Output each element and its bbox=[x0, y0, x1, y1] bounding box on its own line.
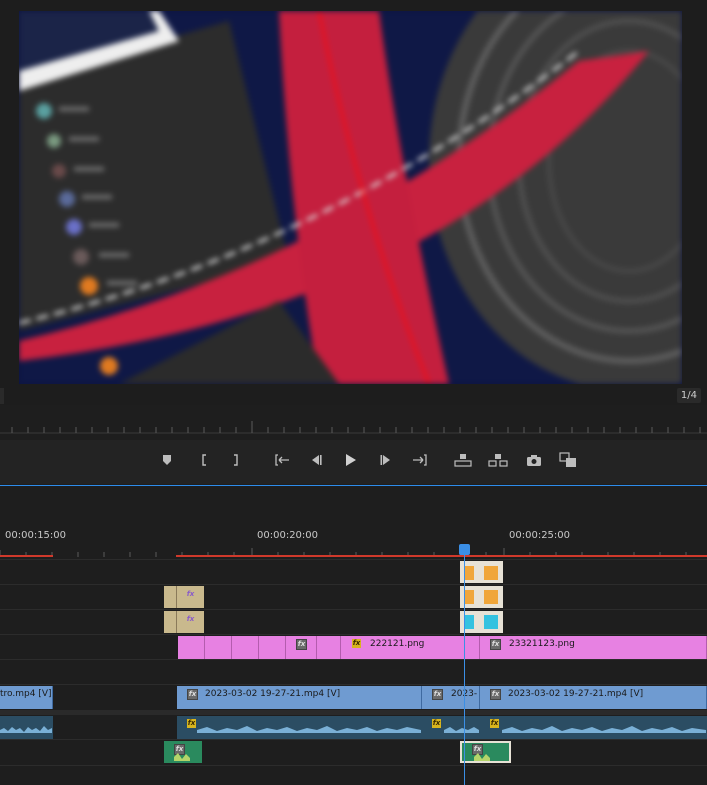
audio-clip[interactable] bbox=[0, 716, 53, 739]
image-clip[interactable] bbox=[259, 636, 286, 659]
clip-name: 2023-03-02 19-27-21.mp4 [V] bbox=[205, 689, 341, 699]
video-clip-short[interactable]: fx 2023- bbox=[422, 686, 480, 709]
audio-waveform bbox=[174, 753, 190, 761]
audio-clip-sfx-selected[interactable]: fx bbox=[460, 741, 511, 763]
timeline-panel: 00:00:15:00 00:00:20:00 00:00:25:00 fx f… bbox=[0, 486, 707, 785]
program-monitor: 1/4 bbox=[0, 0, 707, 484]
fx-badge: fx bbox=[186, 590, 195, 598]
fx-badge: fx bbox=[352, 639, 361, 648]
work-area-bar-left[interactable] bbox=[0, 555, 53, 557]
go-to-in-icon bbox=[275, 454, 289, 466]
fx-badge: fx bbox=[187, 689, 198, 700]
monitor-mini-ruler[interactable] bbox=[0, 413, 707, 435]
image-clip[interactable] bbox=[317, 636, 341, 659]
extract-button[interactable] bbox=[488, 450, 508, 470]
fx-badge: fx bbox=[186, 615, 195, 623]
video-clip-right[interactable]: fx 2023-03-02 19-27-21.mp4 [V] bbox=[480, 686, 707, 709]
adjustment-clip[interactable]: fx bbox=[164, 611, 204, 633]
comparison-icon bbox=[559, 452, 576, 467]
track-separator bbox=[0, 659, 707, 660]
monitor-left-handle bbox=[0, 388, 4, 404]
track-separator bbox=[0, 559, 707, 560]
play-icon bbox=[346, 454, 356, 466]
track-separator bbox=[0, 609, 707, 610]
play-button[interactable] bbox=[340, 450, 360, 470]
video-audio-divider[interactable] bbox=[0, 710, 707, 715]
image-clip-222121[interactable]: fx 222121.png bbox=[341, 636, 480, 659]
clip-name: 23321123.png bbox=[509, 639, 575, 649]
track-separator bbox=[0, 634, 707, 635]
fx-badge: fx bbox=[432, 689, 443, 700]
adjustment-clip[interactable]: fx bbox=[164, 586, 204, 608]
mark-in-button[interactable] bbox=[194, 450, 214, 470]
fx-badge: fx bbox=[490, 689, 501, 700]
marker-icon bbox=[163, 455, 171, 465]
audio-waveform bbox=[197, 726, 421, 733]
audio-waveform bbox=[0, 726, 52, 733]
video-clip-intro[interactable]: tro.mp4 [V] bbox=[0, 686, 53, 709]
highlighted-clip[interactable] bbox=[460, 561, 503, 583]
work-area-bar[interactable] bbox=[176, 555, 707, 557]
step-back-button[interactable] bbox=[306, 450, 326, 470]
extract-icon bbox=[488, 454, 508, 467]
go-to-out-button[interactable] bbox=[410, 450, 430, 470]
export-frame-button[interactable] bbox=[524, 450, 544, 470]
image-clip[interactable]: fx bbox=[286, 636, 317, 659]
step-back-icon bbox=[312, 455, 322, 465]
audio-waveform bbox=[444, 727, 479, 733]
audio-waveform bbox=[502, 726, 706, 733]
clip-name: 2023-03-02 19-27-21.mp4 [V] bbox=[508, 689, 644, 699]
mark-in-icon bbox=[202, 454, 206, 466]
page-indicator[interactable]: 1/4 bbox=[676, 388, 701, 403]
go-to-in-button[interactable] bbox=[272, 450, 292, 470]
comparison-view-button[interactable] bbox=[558, 450, 578, 470]
audio-clip[interactable]: fx bbox=[177, 716, 422, 739]
mark-out-icon bbox=[234, 454, 238, 466]
lift-icon bbox=[454, 454, 472, 467]
camera-icon bbox=[527, 455, 541, 466]
video-clip-main[interactable]: fx 2023-03-02 19-27-21.mp4 [V] bbox=[177, 686, 422, 709]
audio-clip[interactable]: fx bbox=[422, 716, 480, 739]
audio-clip-sfx[interactable]: fx bbox=[164, 741, 202, 763]
go-to-out-icon bbox=[413, 454, 427, 466]
image-clip[interactable] bbox=[232, 636, 259, 659]
step-forward-button[interactable] bbox=[376, 450, 396, 470]
track-separator bbox=[0, 584, 707, 585]
image-clip[interactable] bbox=[178, 636, 205, 659]
clip-name: tro.mp4 [V] bbox=[0, 689, 52, 699]
ruler-ticks bbox=[0, 548, 687, 557]
highlighted-clip[interactable] bbox=[460, 586, 503, 608]
playhead-handle[interactable] bbox=[459, 544, 470, 555]
image-clip[interactable] bbox=[205, 636, 232, 659]
playhead-line[interactable] bbox=[464, 548, 465, 785]
image-clip-23321123[interactable]: fx 23321123.png bbox=[480, 636, 707, 659]
step-forward-icon bbox=[380, 455, 390, 465]
mark-out-button[interactable] bbox=[226, 450, 246, 470]
fx-badge: fx bbox=[490, 639, 501, 650]
clip-name: 222121.png bbox=[370, 639, 425, 649]
track-separator bbox=[0, 739, 707, 740]
fx-badge: fx bbox=[296, 639, 307, 650]
highlighted-clip[interactable] bbox=[460, 611, 503, 633]
track-separator bbox=[0, 684, 707, 685]
audio-waveform bbox=[474, 753, 490, 761]
audio-clip[interactable]: fx bbox=[480, 716, 707, 739]
track-separator bbox=[0, 765, 707, 766]
preview-frame-image bbox=[19, 11, 682, 384]
lift-button[interactable] bbox=[453, 450, 473, 470]
time-ruler[interactable]: 00:00:15:00 00:00:20:00 00:00:25:00 bbox=[0, 526, 707, 558]
video-preview[interactable] bbox=[19, 11, 682, 384]
add-marker-button[interactable] bbox=[157, 450, 177, 470]
